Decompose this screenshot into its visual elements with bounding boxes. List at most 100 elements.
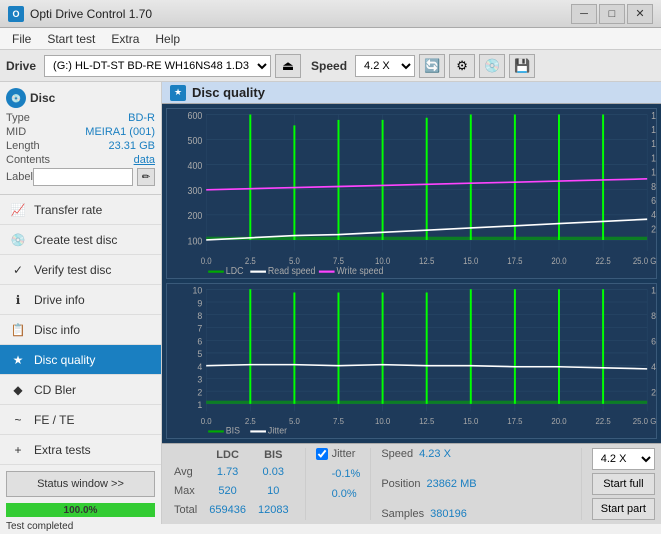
drive-info-icon: ℹ — [10, 292, 26, 308]
svg-text:2X: 2X — [651, 224, 656, 235]
sidebar: 💿 Disc Type BD-R MID MEIRA1 (001) Length… — [0, 82, 162, 524]
svg-text:400: 400 — [188, 161, 203, 172]
chart2-container: 10 9 8 7 6 5 4 3 2 1 10% 8% 6% 4% 2% — [166, 283, 657, 439]
svg-text:25.0 GB: 25.0 GB — [633, 417, 656, 426]
svg-text:22.5: 22.5 — [595, 256, 611, 267]
sidebar-item-create-test-disc[interactable]: 💿 Create test disc — [0, 225, 161, 255]
svg-text:10: 10 — [192, 285, 202, 295]
charts-area: 600 500 400 300 200 100 18X 16X 14X 12X … — [162, 104, 661, 443]
menu-extra[interactable]: Extra — [103, 30, 147, 48]
disc-title: Disc — [30, 91, 55, 105]
menu-start-test[interactable]: Start test — [39, 30, 103, 48]
ldc-max: 520 — [203, 481, 252, 500]
disc-contents-value[interactable]: data — [134, 154, 155, 166]
svg-text:20.0: 20.0 — [551, 417, 567, 426]
close-button[interactable]: ✕ — [627, 4, 653, 24]
jitter-max-row: 0.0% — [316, 488, 361, 500]
action-section: 4.2 X Start full Start part — [581, 448, 655, 520]
disc-info-icon: 📋 — [10, 322, 26, 338]
max-label: Max — [168, 481, 203, 500]
maximize-button[interactable]: □ — [599, 4, 625, 24]
svg-text:8: 8 — [197, 311, 202, 321]
jitter-total-row — [316, 508, 361, 520]
bis-total: 12083 — [252, 501, 295, 520]
label-edit-button[interactable]: ✏ — [137, 168, 155, 186]
status-window-button[interactable]: Status window >> — [6, 471, 155, 497]
svg-text:16X: 16X — [651, 125, 656, 136]
extra-tests-label: Extra tests — [34, 443, 91, 457]
svg-text:10%: 10% — [651, 285, 656, 295]
speed-label-stat: Speed — [381, 448, 413, 460]
svg-text:17.5: 17.5 — [507, 417, 523, 426]
sidebar-item-disc-quality[interactable]: ★ Disc quality — [0, 345, 161, 375]
svg-text:Jitter: Jitter — [268, 425, 287, 435]
samples-row: Samples 380196 — [381, 508, 476, 520]
drive-info-label: Drive info — [34, 293, 85, 307]
svg-text:600: 600 — [188, 110, 203, 121]
svg-text:300: 300 — [188, 186, 203, 197]
window-controls: ─ □ ✕ — [571, 4, 653, 24]
extra-tests-icon: + — [10, 442, 26, 458]
sidebar-item-disc-info[interactable]: 📋 Disc info — [0, 315, 161, 345]
svg-text:2.5: 2.5 — [245, 256, 256, 267]
menubar: File Start test Extra Help — [0, 28, 661, 50]
position-label: Position — [381, 478, 420, 490]
disc-quality-label: Disc quality — [34, 353, 95, 367]
app-icon: O — [8, 6, 24, 22]
speed-select-toolbar[interactable]: 4.2 X — [355, 55, 415, 77]
disc-mid-label: MID — [6, 126, 26, 138]
menu-file[interactable]: File — [4, 30, 39, 48]
ldc-avg: 1.73 — [203, 462, 252, 481]
sidebar-item-transfer-rate[interactable]: 📈 Transfer rate — [0, 195, 161, 225]
settings-button[interactable]: ⚙ — [449, 54, 475, 78]
svg-text:22.5: 22.5 — [595, 417, 611, 426]
save-button[interactable]: 💾 — [509, 54, 535, 78]
disc-type-value: BD-R — [128, 112, 155, 124]
svg-text:6: 6 — [197, 336, 202, 346]
samples-value: 380196 — [430, 508, 467, 520]
create-test-disc-label: Create test disc — [34, 233, 117, 247]
ldc-total: 659436 — [203, 501, 252, 520]
samples-label: Samples — [381, 508, 424, 520]
label-input[interactable] — [33, 168, 133, 186]
minimize-button[interactable]: ─ — [571, 4, 597, 24]
main-area: 💿 Disc Type BD-R MID MEIRA1 (001) Length… — [0, 82, 661, 524]
titlebar-left: O Opti Drive Control 1.70 — [8, 6, 152, 22]
sidebar-item-cd-bler[interactable]: ◆ CD Bler — [0, 375, 161, 405]
sidebar-item-extra-tests[interactable]: + Extra tests — [0, 435, 161, 465]
svg-text:3: 3 — [197, 375, 202, 385]
eject-button[interactable]: ⏏ — [275, 54, 301, 78]
svg-text:0.0: 0.0 — [201, 256, 212, 267]
sidebar-item-drive-info[interactable]: ℹ Drive info — [0, 285, 161, 315]
speed-label: Speed — [311, 59, 347, 73]
svg-text:4X: 4X — [651, 210, 656, 221]
transfer-rate-icon: 📈 — [10, 202, 26, 218]
drive-select[interactable]: (G:) HL-DT-ST BD-RE WH16NS48 1.D3 — [44, 55, 271, 77]
content-header: ★ Disc quality — [162, 82, 661, 104]
start-full-button[interactable]: Start full — [592, 473, 655, 495]
bis-header: BIS — [252, 448, 295, 462]
cd-bler-label: CD Bler — [34, 383, 76, 397]
svg-text:7: 7 — [197, 324, 202, 334]
svg-text:9: 9 — [197, 298, 202, 308]
verify-test-disc-label: Verify test disc — [34, 263, 111, 277]
cd-bler-icon: ◆ — [10, 382, 26, 398]
svg-text:BIS: BIS — [226, 425, 240, 435]
drive-toolbar: Drive (G:) HL-DT-ST BD-RE WH16NS48 1.D3 … — [0, 50, 661, 82]
jitter-checkbox[interactable] — [316, 448, 328, 460]
sidebar-item-fe-te[interactable]: ~ FE / TE — [0, 405, 161, 435]
sidebar-item-verify-test-disc[interactable]: ✓ Verify test disc — [0, 255, 161, 285]
svg-text:5.0: 5.0 — [289, 417, 300, 426]
svg-text:5: 5 — [197, 349, 202, 359]
speed-select-stats[interactable]: 4.2 X — [592, 448, 655, 470]
start-part-button[interactable]: Start part — [592, 498, 655, 520]
total-label: Total — [168, 501, 203, 520]
disc-header: 💿 Disc — [6, 88, 155, 108]
refresh-button[interactable]: 🔄 — [419, 54, 445, 78]
menu-help[interactable]: Help — [147, 30, 188, 48]
chart1-svg: 600 500 400 300 200 100 18X 16X 14X 12X … — [167, 109, 656, 278]
disc-button[interactable]: 💿 — [479, 54, 505, 78]
svg-text:25.0 GB: 25.0 GB — [633, 256, 656, 267]
fe-te-icon: ~ — [10, 412, 26, 428]
svg-text:14X: 14X — [651, 139, 656, 150]
